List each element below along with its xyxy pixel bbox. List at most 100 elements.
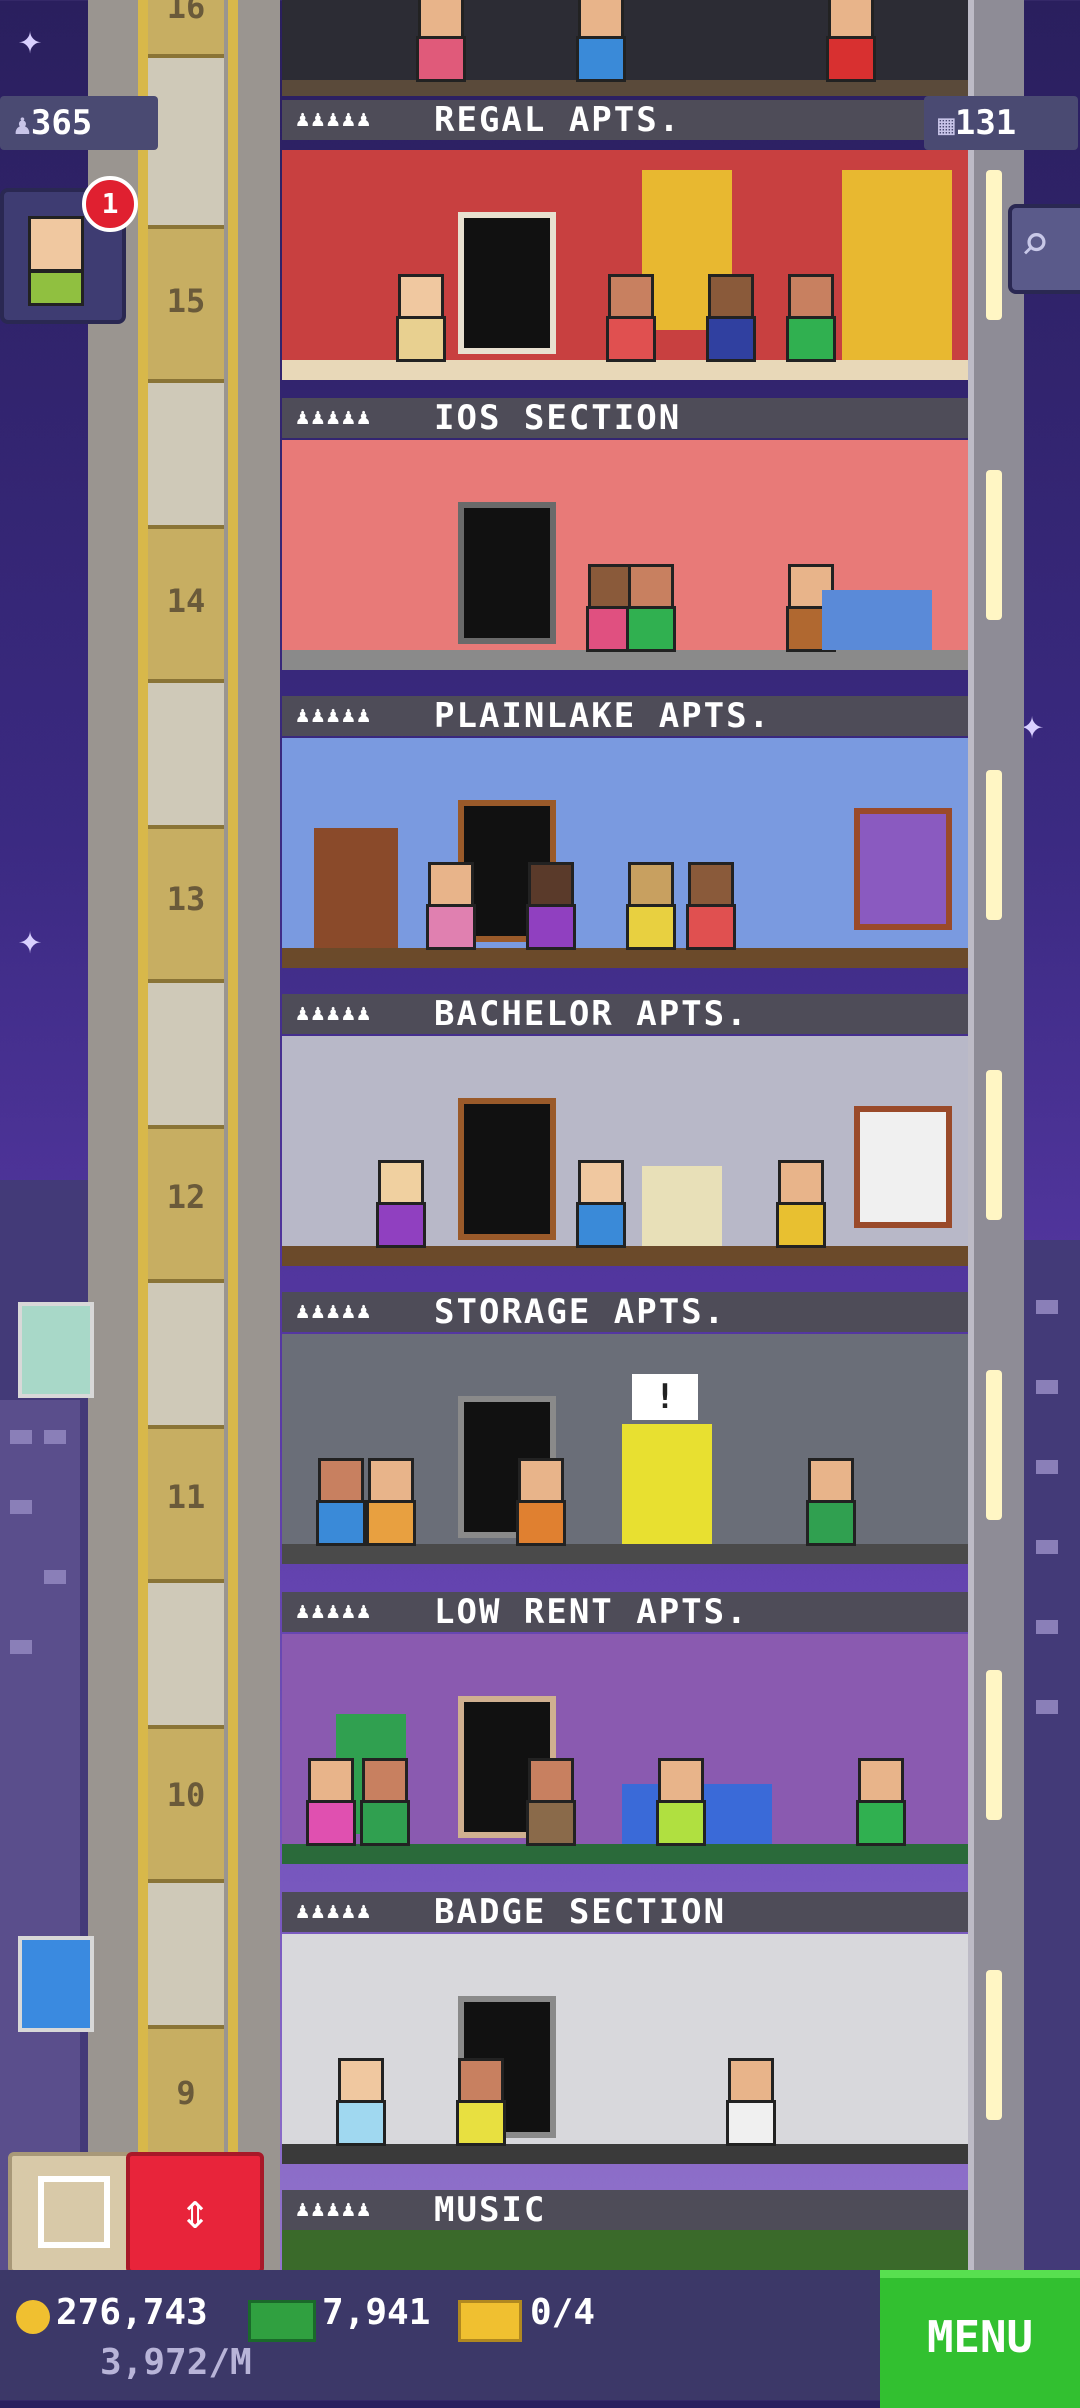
resident[interactable]: [622, 564, 676, 652]
floor-room[interactable]: !: [282, 1334, 968, 1564]
floor-name: REGAL APTS.: [434, 100, 682, 140]
sofa[interactable]: [822, 590, 932, 650]
resident[interactable]: [572, 0, 626, 82]
floor-name: BACHELOR APTS.: [434, 994, 749, 1034]
resident-head: [788, 274, 834, 320]
room-ground: [282, 1844, 968, 1864]
resident-body: [806, 1500, 856, 1546]
resident-head: [428, 862, 474, 908]
resident[interactable]: [722, 2058, 776, 2146]
population-counter[interactable]: ♟365: [0, 96, 158, 150]
room-door[interactable]: [458, 502, 556, 644]
resident-body: [856, 1800, 906, 1846]
resident[interactable]: [852, 1758, 906, 1846]
resident[interactable]: [356, 1758, 410, 1846]
resident[interactable]: [512, 1458, 566, 1546]
search-button[interactable]: ⌕: [1008, 204, 1080, 294]
floor-room[interactable]: [282, 1036, 968, 1266]
room-door[interactable]: [458, 1098, 556, 1240]
floor-label: ♟♟♟♟♟ PLAINLAKE APTS.: [282, 696, 968, 736]
floor-room[interactable]: [282, 0, 968, 96]
floor-name: STORAGE APTS.: [434, 1292, 727, 1332]
fries-icon[interactable]: [18, 1302, 94, 1398]
computer: [642, 1166, 722, 1246]
menu-button[interactable]: MENU: [880, 2270, 1080, 2408]
resident[interactable]: [772, 1160, 826, 1248]
building-window: [1036, 1620, 1058, 1634]
document-icon[interactable]: [18, 1936, 94, 2032]
alert-bubble[interactable]: !: [632, 1374, 698, 1420]
population-value: 365: [30, 103, 93, 143]
resident[interactable]: [822, 0, 876, 82]
resident-head: [308, 1758, 354, 1804]
box-button[interactable]: [8, 2152, 134, 2274]
building-window: [1036, 1460, 1058, 1474]
resident-body: [626, 606, 676, 652]
resident[interactable]: [802, 1458, 856, 1546]
resident[interactable]: [452, 2058, 506, 2146]
resident-head: [658, 1758, 704, 1804]
floor-room[interactable]: [282, 150, 968, 380]
resident-body: [336, 2100, 386, 2146]
search-icon: ⌕: [1020, 214, 1051, 272]
resident-body: [416, 36, 466, 82]
floor-room[interactable]: [282, 1634, 968, 1864]
resident[interactable]: [652, 1758, 706, 1846]
elevator-arrows-icon: ⇕: [179, 2182, 211, 2240]
resident-body: [726, 2100, 776, 2146]
resident-body: [576, 1202, 626, 1248]
resident[interactable]: [572, 1160, 626, 1248]
resident-head: [418, 0, 464, 40]
floor-label: ♟♟♟♟♟ STORAGE APTS.: [282, 1292, 968, 1332]
resident[interactable]: [312, 1458, 366, 1546]
resident[interactable]: [332, 2058, 386, 2146]
resident-head: [688, 862, 734, 908]
resident-body: [526, 904, 576, 950]
resident[interactable]: [682, 862, 736, 950]
coins-rate: 3,972/M: [100, 2342, 252, 2383]
resident-body: [360, 1800, 410, 1846]
floor-number: 14: [166, 582, 206, 620]
shaft-rail: [138, 0, 148, 2270]
floor-room[interactable]: [282, 1934, 968, 2164]
resident-head: [518, 1458, 564, 1504]
resident-body: [826, 36, 876, 82]
floors-counter[interactable]: ▦131: [924, 96, 1078, 150]
resident[interactable]: [392, 274, 446, 362]
room-ground: [282, 948, 968, 968]
resident-dots: ♟♟♟♟♟: [296, 1599, 373, 1624]
resident-head: [528, 1758, 574, 1804]
star: ✦: [18, 17, 43, 63]
resident[interactable]: [362, 1458, 416, 1546]
resident-body: [316, 1500, 366, 1546]
floor-room[interactable]: [282, 440, 968, 670]
bux-value: 7,941: [322, 2292, 431, 2333]
wall-lamp: [986, 1970, 1002, 2120]
hazmat-suit[interactable]: [622, 1424, 712, 1544]
resident-body: [426, 904, 476, 950]
floor-number: 10: [166, 1776, 206, 1814]
resident[interactable]: [602, 274, 656, 362]
room-ground: [282, 1544, 968, 1564]
floor-room[interactable]: [282, 738, 968, 968]
resident-dots: ♟♟♟♟♟: [296, 1001, 373, 1026]
population-icon: ♟: [14, 108, 31, 141]
resident[interactable]: [522, 1758, 576, 1846]
elevator-shaft[interactable]: 16 15 14 13 12 11 10 9: [88, 0, 280, 2270]
resident[interactable]: [372, 1160, 426, 1248]
resident[interactable]: [302, 1758, 356, 1846]
visitor-avatar-body: [28, 270, 84, 306]
floor-name: BADGE SECTION: [434, 1892, 727, 1932]
resident-dots: ♟♟♟♟♟: [296, 1899, 373, 1924]
resident[interactable]: [422, 862, 476, 950]
resident-head: [628, 862, 674, 908]
room-door[interactable]: [458, 212, 556, 354]
resident[interactable]: [522, 862, 576, 950]
elevator-button[interactable]: ⇕: [126, 2152, 264, 2274]
resident[interactable]: [412, 0, 466, 82]
resident[interactable]: [622, 862, 676, 950]
resident-head: [362, 1758, 408, 1804]
floor-number: 9: [176, 2074, 196, 2112]
resident[interactable]: [702, 274, 756, 362]
resident[interactable]: [782, 274, 836, 362]
